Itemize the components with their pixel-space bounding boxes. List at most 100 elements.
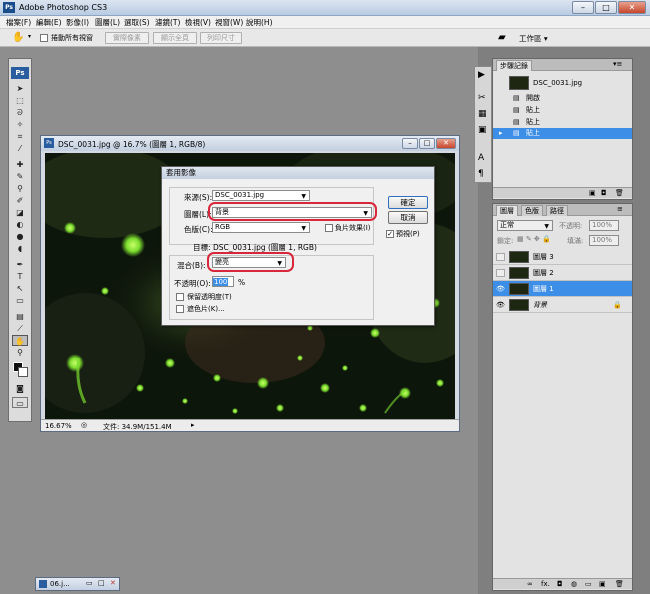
link-layers-icon[interactable]: ∞ [527, 580, 533, 588]
new-layer-icon[interactable]: ▣ [599, 580, 606, 588]
invert-checkbox[interactable] [325, 224, 333, 232]
notes-tool-icon[interactable]: ▤ [12, 311, 28, 322]
dodge-tool-icon[interactable]: ◖ [12, 243, 28, 254]
layer-row[interactable]: 圖層 2 [493, 265, 632, 281]
history-snapshot[interactable]: DSC_0031.jpg [493, 75, 632, 91]
hand-tool-icon[interactable]: ✋ [12, 32, 24, 43]
doc-minimize-button[interactable]: – [402, 138, 418, 149]
blend-mode-select[interactable]: 正常 ▼ [497, 220, 553, 231]
path-selection-tool-icon[interactable]: ↖ [12, 283, 28, 294]
marquee-tool-icon[interactable]: ⬚ [12, 95, 28, 106]
clone-source-icon[interactable]: ▣ [478, 125, 487, 135]
zoom-tool-icon[interactable]: ⚲ [12, 347, 28, 358]
visibility-toggle[interactable] [496, 253, 505, 261]
panel-menu-icon[interactable]: ▾≡ [613, 60, 622, 68]
workspace-menu[interactable]: 工作區 ▾ [519, 33, 548, 44]
lock-icons[interactable]: ▦ ✎ ✥ 🔒 [517, 235, 551, 243]
slice-tool-icon[interactable]: ⁄ [12, 143, 28, 154]
pen-tool-icon[interactable]: ✒ [12, 259, 28, 270]
menu-layer[interactable]: 圖層(L) [95, 17, 120, 28]
magic-wand-tool-icon[interactable]: ✧ [12, 119, 28, 130]
tab-layers[interactable]: 圖層 [496, 205, 518, 216]
crop-tool-icon[interactable]: ⌗ [12, 131, 28, 142]
menu-view[interactable]: 檢視(V) [185, 17, 211, 28]
new-snapshot-icon[interactable]: ◘ [601, 189, 607, 197]
menu-help[interactable]: 說明(H) [246, 17, 273, 28]
layer-opacity-input[interactable]: 100% [589, 220, 619, 231]
layer-mask-icon[interactable]: ◘ [557, 580, 563, 588]
close-button[interactable]: ✕ [618, 1, 646, 14]
gradient-tool-icon[interactable]: ◐ [12, 219, 28, 230]
eyedropper-tool-icon[interactable]: ⟋ [12, 323, 28, 334]
ok-button[interactable]: 確定 [388, 196, 428, 209]
layer-row-selected[interactable]: 👁 圖層 1 [493, 281, 632, 297]
minimized-document[interactable]: 06.j... ▭ □ ✕ [35, 577, 120, 591]
adjustment-layer-icon[interactable]: ◍ [571, 580, 577, 588]
quick-mask-icon[interactable]: ◙ [12, 383, 28, 394]
tab-history[interactable]: 步驟記錄 [496, 60, 532, 71]
maximize-button[interactable]: □ [595, 1, 617, 14]
menu-filter[interactable]: 濾鏡(T) [155, 17, 180, 28]
eye-icon[interactable]: 👁 [496, 301, 505, 309]
screen-mode-icon[interactable]: ▭ [12, 397, 28, 408]
close-icon[interactable]: ✕ [110, 579, 116, 587]
menu-file[interactable]: 檔案(F) [6, 17, 31, 28]
history-item[interactable]: ▤ 貼上 [493, 117, 632, 128]
history-item-selected[interactable]: ▸ ▤ 貼上 [493, 128, 632, 139]
delete-layer-icon[interactable]: 🗑 [615, 580, 624, 588]
blur-tool-icon[interactable]: ● [12, 231, 28, 242]
background-color-swatch[interactable] [18, 367, 28, 377]
print-size-button[interactable]: 列印尺寸 [200, 32, 242, 44]
shape-tool-icon[interactable]: ▭ [12, 295, 28, 306]
actual-pixels-button[interactable]: 實際像素 [105, 32, 149, 44]
preview-checkbox[interactable]: ✓ [386, 230, 394, 238]
tool-preset-dropdown-icon[interactable]: ▾ [28, 33, 31, 40]
mask-checkbox[interactable] [176, 305, 184, 313]
character-icon[interactable]: A [478, 153, 484, 163]
doc-close-button[interactable]: ✕ [436, 138, 456, 149]
channel-select[interactable]: RGB ▼ [212, 222, 310, 233]
brushes-icon[interactable]: ▦ [478, 109, 487, 119]
type-tool-icon[interactable]: T [12, 271, 28, 282]
minimize-button[interactable]: – [572, 1, 594, 14]
menu-select[interactable]: 選取(S) [124, 17, 150, 28]
menu-image[interactable]: 影像(I) [66, 17, 89, 28]
status-info-icon[interactable]: ◎ [81, 421, 87, 429]
trash-icon[interactable]: 🗑 [615, 189, 624, 197]
restore-icon[interactable]: ▭ [86, 579, 93, 587]
zoom-level[interactable]: 16.67% [45, 422, 72, 430]
eye-icon[interactable]: 👁 [496, 285, 505, 293]
hand-tool-icon[interactable]: ✋ [12, 335, 28, 346]
history-item[interactable]: ▤ 開啟 [493, 93, 632, 104]
move-tool-icon[interactable]: ➤ [12, 83, 28, 94]
healing-brush-tool-icon[interactable]: ✚ [12, 159, 28, 170]
scroll-all-windows-checkbox[interactable] [40, 34, 48, 42]
source-select[interactable]: DSC_0031.jpg ▼ [212, 190, 310, 201]
visibility-toggle[interactable] [496, 269, 505, 277]
brush-tool-icon[interactable]: ✎ [12, 171, 28, 182]
panel-menu-icon[interactable]: ≡ [617, 205, 623, 213]
preserve-transparency-checkbox[interactable] [176, 293, 184, 301]
menu-edit[interactable]: 編輯(E) [36, 17, 62, 28]
fit-screen-button[interactable]: 顯示全頁 [153, 32, 197, 44]
navigator-icon[interactable]: ▶ [478, 70, 485, 80]
layer-style-icon[interactable]: fx. [541, 580, 550, 588]
lasso-tool-icon[interactable]: ᘐ [12, 107, 28, 118]
status-menu-arrow-icon[interactable]: ▸ [191, 421, 195, 429]
cancel-button[interactable]: 取消 [388, 211, 428, 224]
eraser-tool-icon[interactable]: ◪ [12, 207, 28, 218]
new-document-icon[interactable]: ▣ [589, 189, 596, 197]
opacity-input[interactable]: 100 [212, 276, 234, 287]
history-brush-tool-icon[interactable]: ✐ [12, 195, 28, 206]
layer-select[interactable]: 背景 ▼ [212, 207, 372, 218]
tab-channels[interactable]: 色版 [521, 205, 543, 216]
clone-stamp-tool-icon[interactable]: ⚲ [12, 183, 28, 194]
maximize-icon[interactable]: □ [98, 579, 105, 587]
fill-input[interactable]: 100% [589, 235, 619, 246]
history-item[interactable]: ▤ 貼上 [493, 105, 632, 116]
menu-window[interactable]: 視窗(W) [215, 17, 243, 28]
layer-row[interactable]: 圖層 3 [493, 249, 632, 265]
doc-restore-button[interactable]: □ [419, 138, 435, 149]
tools-preset-icon[interactable]: ✂ [478, 93, 486, 103]
blending-select[interactable]: 變亮 ▼ [212, 257, 286, 268]
